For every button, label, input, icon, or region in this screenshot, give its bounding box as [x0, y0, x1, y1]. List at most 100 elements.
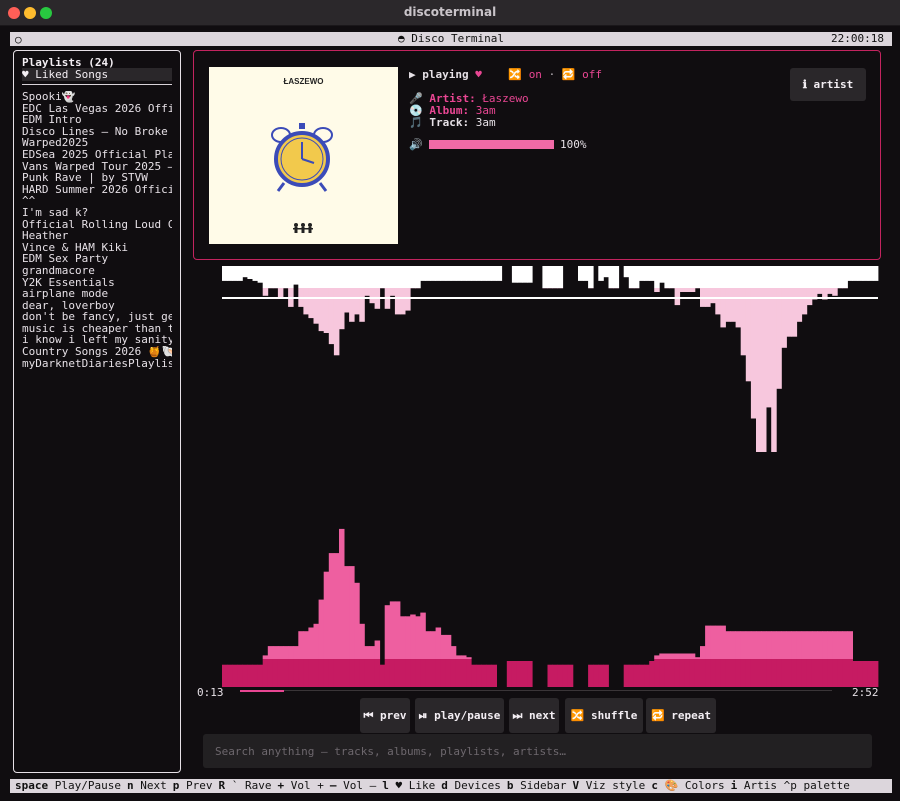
sidebar-item-playlist[interactable]: Heather — [22, 230, 172, 242]
search-input[interactable] — [203, 734, 872, 768]
play-state-icon: ▶ — [409, 68, 416, 81]
sidebar-item-playlist[interactable]: EDM Sex Party — [22, 253, 172, 265]
sidebar-item-playlist[interactable]: HARD Summer 2026 Officia — [22, 184, 172, 196]
sidebar-item-playlist[interactable]: dear, loverboy — [22, 300, 172, 312]
viz-bottom-bar — [384, 659, 391, 687]
viz-top-bar-tail — [308, 288, 314, 319]
keybinding-item: i Artis ^p palette — [731, 779, 850, 792]
viz-bottom-bar — [466, 659, 472, 687]
viz-bottom-bar-peak — [349, 566, 355, 659]
viz-bottom-bar-peak — [801, 631, 808, 659]
viz-top-bar-tail — [791, 288, 798, 337]
sidebar-item-playlist[interactable]: airplane mode — [22, 288, 172, 300]
viz-bottom-bar — [405, 659, 411, 687]
sidebar-item-playlist[interactable]: I'm sad k? — [22, 207, 172, 219]
keybinding-key: space — [15, 779, 49, 792]
viz-top-bar — [542, 266, 548, 288]
viz-bottom-bar-peak — [659, 653, 665, 659]
viz-top-bar — [481, 266, 487, 281]
viz-top-bar — [379, 266, 386, 288]
sidebar-item-playlist[interactable]: myDarknetDiariesPlaylist — [22, 358, 172, 370]
viz-bottom-bar-peak — [277, 646, 284, 659]
sidebar-item-playlist[interactable]: Vince & HAM Kiki — [22, 242, 172, 254]
viz-bottom-bar — [628, 664, 635, 687]
track-progress-bar[interactable] — [240, 690, 832, 692]
sidebar-item-playlist[interactable]: Official Rolling Loud Ca — [22, 219, 172, 231]
viz-top-bar-tail — [796, 288, 803, 322]
sidebar-item-playlist[interactable]: Punk Rave | by STVW — [22, 172, 172, 184]
now-playing-panel: ŁASZEWO ▶ playing ♥ 🔀 on · 🔁 off 🎤 Artis… — [193, 50, 881, 260]
sidebar-item-playlist[interactable]: Country Songs 2026 🍯🐚 — [22, 346, 172, 358]
viz-bottom-bar-peak — [750, 631, 757, 659]
sidebar-item-playlist[interactable]: EDC Las Vegas 2026 Offic — [22, 103, 172, 115]
viz-bottom-bar — [450, 659, 457, 687]
viz-bottom-bar-peak — [293, 646, 299, 659]
viz-top-bar-tail — [369, 288, 375, 304]
sidebar-item-playlist[interactable]: don't be fancy, just get — [22, 311, 172, 323]
sidebar-item-playlist[interactable]: EDM Intro — [22, 114, 172, 126]
viz-top-bar — [827, 266, 833, 288]
viz-bottom-bar-peak — [323, 571, 330, 659]
sidebar-item-liked-songs[interactable]: ♥ Liked Songs — [22, 68, 172, 81]
viz-bottom-bar-peak — [440, 634, 447, 659]
play-pause-button[interactable]: ⏯ play/pause — [415, 698, 504, 733]
next-button[interactable]: ⏭ next — [509, 698, 559, 733]
sidebar-item-playlist[interactable]: music is cheaper than th — [22, 323, 172, 335]
viz-bottom-bar-peak — [806, 631, 813, 659]
viz-top-bar-tail — [318, 288, 325, 332]
sidebar-item-playlist[interactable]: Spooki👻 — [22, 91, 172, 103]
viz-reference-line — [222, 297, 878, 299]
viz-top-bar-tail — [339, 288, 345, 330]
viz-bottom-bar-peak — [415, 616, 421, 659]
artist-info-button[interactable]: ℹ artist — [790, 68, 866, 101]
speaker-icon: 🔊 — [409, 138, 423, 151]
keybinding-item: b Sidebar — [507, 779, 567, 792]
viz-bottom-bar-peak — [781, 631, 787, 659]
viz-bottom-bar — [679, 659, 686, 687]
viz-bottom-bar-peak — [461, 655, 467, 659]
viz-bottom-bar — [766, 659, 772, 687]
viz-top-bar — [415, 266, 421, 288]
viz-bottom-bar — [506, 661, 513, 687]
sidebar-item-playlist[interactable]: ^^ — [22, 195, 172, 207]
viz-bottom-bar — [308, 659, 314, 687]
viz-top-bar — [435, 266, 442, 281]
viz-bottom-bar — [303, 659, 309, 687]
viz-top-bar — [659, 266, 665, 283]
viz-top-bar-tail — [689, 288, 696, 292]
viz-bottom-bar — [654, 659, 660, 687]
viz-bottom-bar-peak — [730, 631, 736, 659]
viz-bottom-bar — [837, 659, 843, 687]
viz-bottom-bar-peak — [811, 631, 818, 659]
viz-top-bar — [822, 266, 828, 288]
repeat-button[interactable]: 🔁 repeat — [646, 698, 716, 733]
viz-bottom-bar-peak — [328, 553, 335, 659]
play-state: playing — [422, 68, 469, 81]
viz-bottom-bar-peak — [684, 653, 691, 659]
sidebar-item-playlist[interactable]: Vans Warped Tour 2025 – — [22, 161, 172, 173]
viz-top-bar — [725, 266, 731, 288]
viz-top-bar — [649, 266, 655, 281]
sidebar-item-playlist[interactable]: EDSea 2025 Official Play — [22, 149, 172, 161]
viz-bottom-bar — [786, 659, 792, 687]
viz-bottom-bar-peak — [359, 623, 365, 659]
viz-bottom-bar-peak — [689, 653, 696, 659]
liked-heart-icon[interactable]: ♥ — [475, 68, 482, 81]
sidebar-item-playlist[interactable]: i know i left my sanity — [22, 334, 172, 346]
sidebar-item-playlist[interactable]: Warped2025 — [22, 137, 172, 149]
viz-top-bar — [425, 266, 431, 281]
viz-bottom-bar — [806, 659, 813, 687]
shuffle-state: on — [528, 68, 542, 81]
viz-bottom-bar — [481, 664, 487, 687]
keybinding-label: 🎨 Colors — [664, 779, 725, 792]
viz-bottom-bar — [455, 659, 462, 687]
viz-top-bar-tail — [394, 288, 401, 315]
sidebar-item-playlist[interactable]: grandmacore — [22, 265, 172, 277]
keybinding-item: R ` Rave — [218, 779, 271, 792]
shuffle-button[interactable]: 🔀 shuffle — [565, 698, 643, 733]
viz-top-bar — [801, 266, 808, 288]
prev-button[interactable]: ⏮ prev — [360, 698, 410, 733]
sidebar-item-playlist[interactable]: Y2K Essentials — [22, 277, 172, 289]
sidebar-item-playlist[interactable]: Disco Lines – No Broke B — [22, 126, 172, 138]
volume-slider[interactable] — [429, 140, 554, 149]
